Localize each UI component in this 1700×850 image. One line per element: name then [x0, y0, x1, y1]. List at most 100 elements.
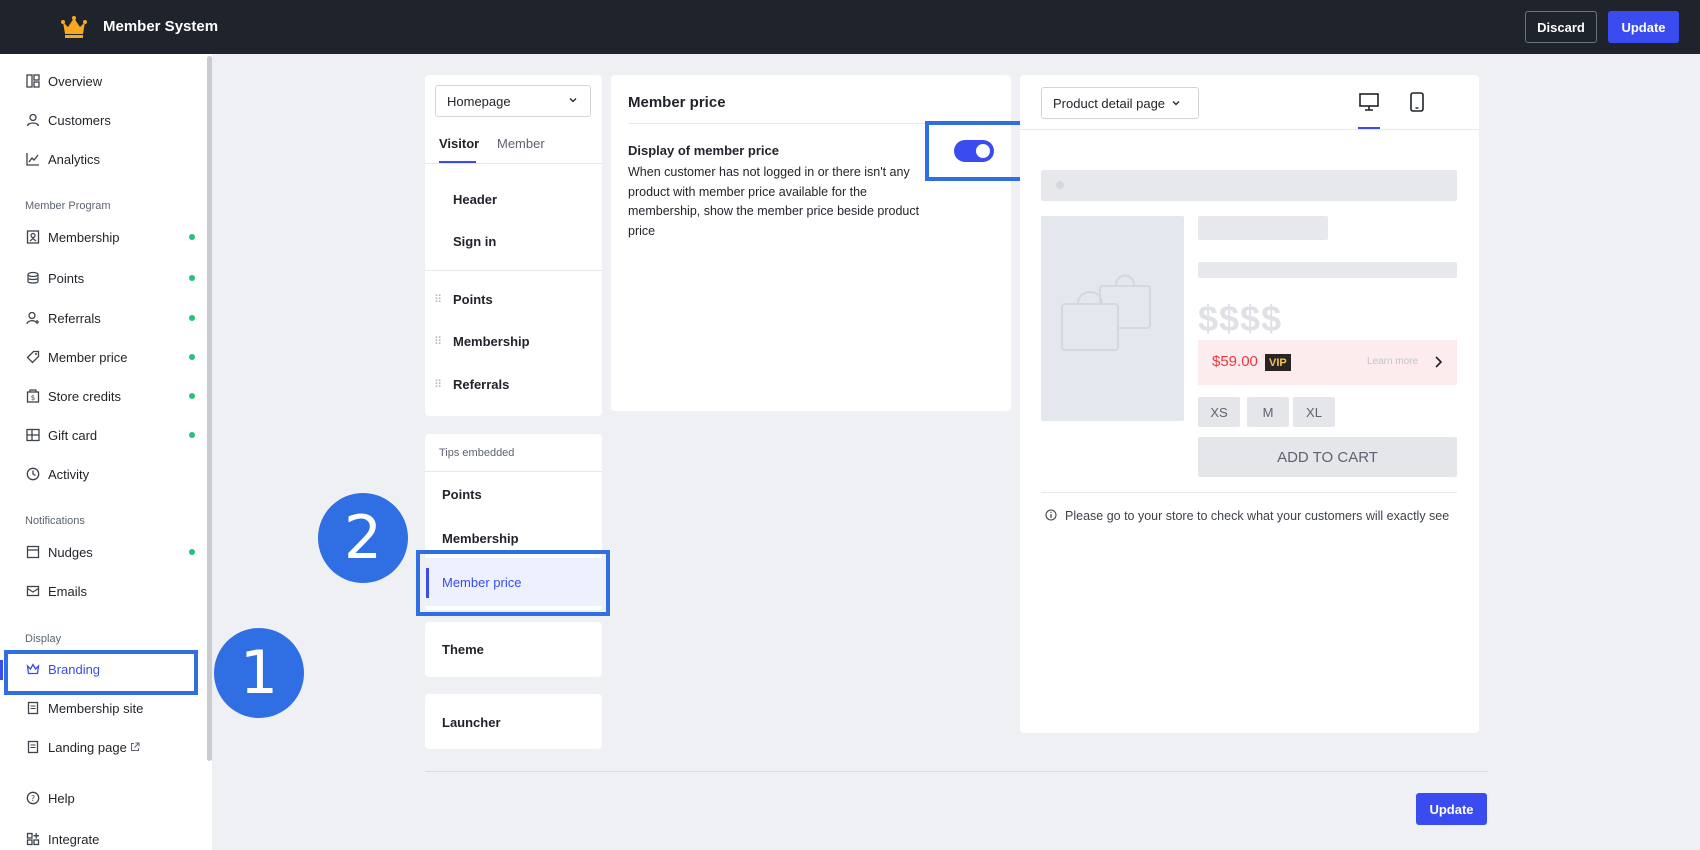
sidebar-item-landing-page[interactable]: Landing page: [25, 735, 195, 759]
divider: [425, 270, 602, 271]
sidebar-item-label: Membership site: [48, 700, 144, 716]
sidebar-item-customers[interactable]: Customers: [25, 108, 195, 132]
page-icon: [25, 701, 40, 716]
status-dot: [189, 549, 195, 555]
status-dot: [189, 354, 195, 360]
chevron-down-icon: [568, 95, 578, 108]
tips-item-points[interactable]: Points: [442, 487, 482, 502]
divider: [425, 163, 602, 164]
sidebar-item-member-price[interactable]: Member price: [25, 345, 195, 369]
highlight-box-member-price: [416, 550, 610, 616]
step-badge-1: 1: [214, 628, 304, 718]
sidebar-group-label: Member Program: [25, 200, 111, 212]
sidebar-item-help[interactable]: ? Help: [25, 786, 195, 810]
overview-icon: [25, 74, 40, 89]
sidebar-item-label: Landing page: [48, 739, 127, 755]
sidebar-item-analytics[interactable]: Analytics: [25, 147, 195, 171]
member-price-value: $59.00: [1212, 353, 1258, 370]
sidebar-item-label: Overview: [48, 73, 103, 89]
sidebar-item-membership[interactable]: Membership: [25, 225, 195, 249]
skeleton-dot: [1056, 181, 1064, 189]
sidebar-item-label: Points: [48, 270, 85, 286]
top-bar: Member System Discard Update: [0, 0, 1700, 54]
price-placeholder: $$$$: [1198, 298, 1283, 339]
tab-visitor[interactable]: Visitor: [439, 136, 479, 151]
tab-member[interactable]: Member: [497, 136, 545, 151]
size-option-m[interactable]: M: [1247, 397, 1289, 427]
section-item-membership[interactable]: Membership: [453, 334, 530, 349]
preview-page-value: Product detail page: [1053, 95, 1166, 111]
tag-icon: [25, 350, 40, 365]
size-option-xl[interactable]: XL: [1293, 397, 1335, 427]
user-icon: [25, 113, 40, 128]
option-title: Display of member price: [628, 143, 779, 158]
launcher-label: Launcher: [442, 715, 501, 730]
sidebar-item-nudges[interactable]: Nudges: [25, 540, 195, 564]
divider: [1041, 492, 1457, 493]
tips-panel-title: Tips embedded: [439, 447, 515, 459]
section-item-sign-in[interactable]: Sign in: [453, 234, 496, 249]
tips-item-membership[interactable]: Membership: [442, 531, 519, 546]
drag-handle-icon[interactable]: ⠿: [434, 293, 442, 306]
preview-page-dropdown[interactable]: Product detail page: [1041, 87, 1199, 119]
sections-panel: [425, 75, 602, 416]
option-description: When customer has not logged in or there…: [628, 165, 920, 238]
add-to-cart-button[interactable]: ADD TO CART: [1198, 437, 1457, 477]
sidebar-item-gift-card[interactable]: Gift card: [25, 423, 195, 447]
sidebar-item-points[interactable]: Points: [25, 266, 195, 290]
discard-button[interactable]: Discard: [1525, 11, 1597, 43]
desktop-icon[interactable]: [1358, 92, 1380, 115]
sidebar-item-activity[interactable]: Activity: [25, 462, 195, 486]
status-dot: [189, 234, 195, 240]
sidebar-group-label: Notifications: [25, 515, 85, 527]
sidebar-item-overview[interactable]: Overview: [25, 69, 195, 93]
grid-icon: [25, 832, 40, 847]
sidebar-item-label: Referrals: [48, 310, 101, 326]
update-button-top[interactable]: Update: [1608, 11, 1679, 43]
chart-icon: [25, 152, 40, 167]
page-select-value: Homepage: [447, 93, 511, 109]
update-button-bottom[interactable]: Update: [1416, 793, 1487, 825]
page-icon: [25, 740, 40, 755]
info-icon: [1045, 509, 1057, 524]
user-plus-icon: [25, 311, 40, 326]
sidebar-item-store-credits[interactable]: $ Store credits: [25, 384, 195, 408]
membership-icon: [25, 230, 40, 245]
skeleton-subtitle: [1198, 262, 1457, 278]
size-option-xs[interactable]: XS: [1198, 397, 1240, 427]
sidebar-item-label: Gift card: [48, 427, 98, 443]
mobile-icon[interactable]: [1409, 92, 1425, 115]
drag-handle-icon[interactable]: ⠿: [434, 335, 442, 348]
shopping-bag-icon: [1058, 268, 1163, 361]
sidebar-item-label: Customers: [48, 112, 111, 128]
section-item-referrals[interactable]: Referrals: [453, 377, 509, 392]
sidebar-item-label: Analytics: [48, 151, 101, 167]
sidebar: [0, 54, 212, 850]
nudge-icon: [25, 545, 40, 560]
app-title: Member System: [103, 18, 219, 35]
sidebar-item-label: Member price: [48, 349, 128, 365]
status-dot: [189, 393, 195, 399]
gift-icon: [25, 428, 40, 443]
sidebar-group-label: Display: [25, 633, 62, 645]
mail-icon: [25, 584, 40, 599]
sidebar-item-label: Membership: [48, 229, 120, 245]
sidebar-scrollbar[interactable]: [207, 56, 212, 761]
footer-divider: [425, 771, 1488, 772]
sidebar-item-referrals[interactable]: Referrals: [25, 306, 195, 330]
sidebar-item-integrate[interactable]: Integrate: [25, 827, 195, 850]
section-item-points[interactable]: Points: [453, 292, 493, 307]
step-badge-2: 2: [318, 493, 408, 583]
sidebar-item-emails[interactable]: Emails: [25, 579, 195, 603]
chevron-right-icon: [1433, 355, 1443, 372]
status-dot: [189, 315, 195, 321]
sidebar-item-membership-site[interactable]: Membership site: [25, 696, 195, 720]
learn-more-link[interactable]: Learn more: [1367, 356, 1418, 367]
drag-handle-icon[interactable]: ⠿: [434, 378, 442, 391]
crown-logo-icon: [61, 16, 87, 38]
page-select-dropdown[interactable]: Homepage: [435, 85, 591, 117]
clock-icon: [25, 467, 40, 482]
svg-text:?: ?: [30, 794, 34, 803]
section-item-header[interactable]: Header: [453, 192, 497, 207]
divider: [1020, 129, 1479, 130]
